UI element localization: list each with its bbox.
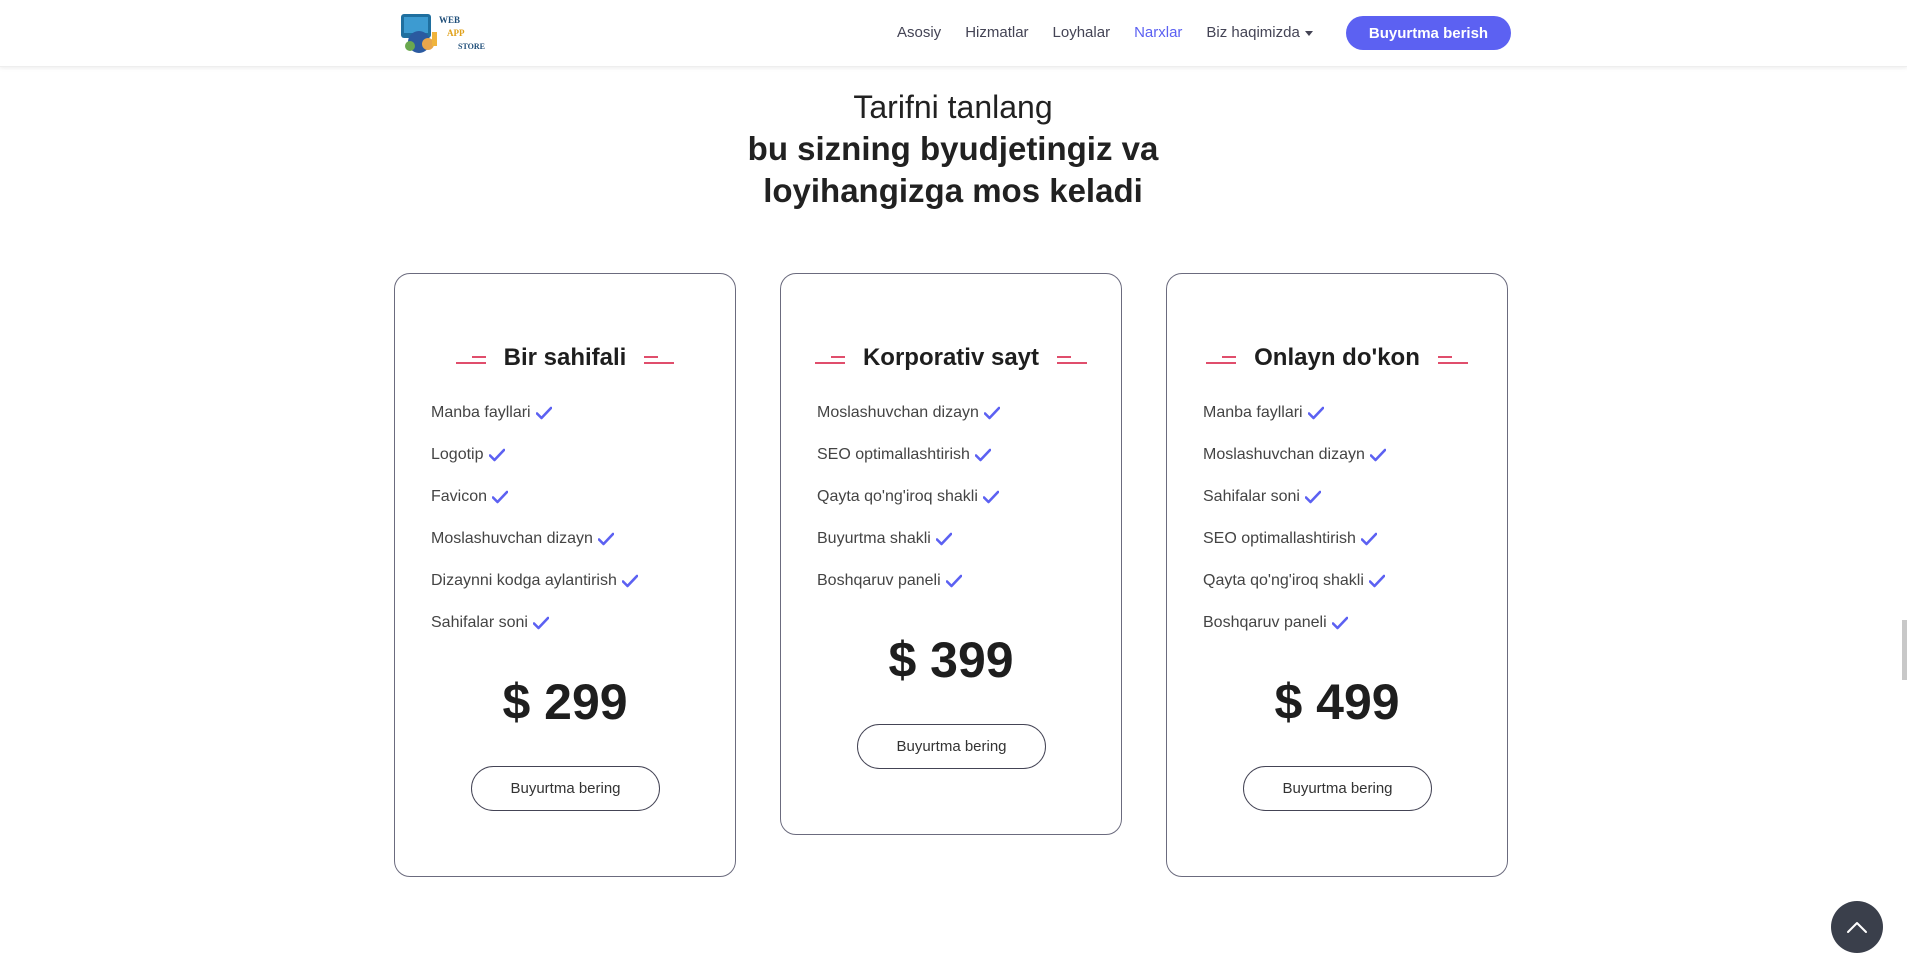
site-header: WEB APP STORE Asosiy Hizmatlar Loyhalar … xyxy=(0,0,1907,67)
feature-item: Manba fayllari xyxy=(1203,402,1386,444)
feature-item: Buyurtma shakli xyxy=(817,528,1000,570)
nav-item-loyhalar[interactable]: Loyhalar xyxy=(1053,17,1111,49)
order-button[interactable]: Buyurtma bering xyxy=(857,724,1046,769)
chevron-up-icon xyxy=(1847,922,1867,933)
pricing-card-korporativ-sayt: Korporativ sayt Moslashuvchan dizayn SEO… xyxy=(780,273,1122,835)
price: $ 499 xyxy=(1274,674,1400,730)
title-decoration-right xyxy=(644,356,675,366)
logo-text-app: APP xyxy=(447,28,465,38)
check-icon xyxy=(1369,448,1386,462)
price: $ 399 xyxy=(888,632,1014,688)
feature-label: Qayta qo'ng'iroq shakli xyxy=(817,488,978,505)
feature-list: Manba fayllari Logotip Favicon Moslashuv… xyxy=(431,402,638,654)
title-decoration-right xyxy=(1437,356,1468,366)
feature-label: Moslashuvchan dizayn xyxy=(431,530,593,547)
check-icon xyxy=(945,574,962,588)
feature-item: Sahifalar soni xyxy=(1203,486,1386,528)
feature-item: Moslashuvchan dizayn xyxy=(1203,444,1386,486)
pricing-card-bir-sahifali: Bir sahifali Manba fayllari Logotip Favi… xyxy=(394,273,736,877)
order-now-button[interactable]: Buyurtma berish xyxy=(1346,16,1511,50)
price: $ 299 xyxy=(502,674,628,730)
feature-item: Qayta qo'ng'iroq shakli xyxy=(1203,570,1386,612)
feature-label: Favicon xyxy=(431,488,488,505)
feature-label: Manba fayllari xyxy=(1203,404,1303,421)
feature-label: Sahifalar soni xyxy=(431,614,528,631)
pricing-subtitle: Tarifni tanlang xyxy=(853,89,1053,125)
title-decoration-left xyxy=(455,356,486,366)
feature-label: SEO optimallashtirish xyxy=(1203,530,1356,547)
nav-item-asosiy[interactable]: Asosiy xyxy=(897,17,941,49)
feature-label: SEO optimallashtirish xyxy=(817,446,970,463)
check-icon xyxy=(621,574,638,588)
check-icon xyxy=(535,406,552,420)
check-icon xyxy=(532,616,549,630)
title-decoration-right xyxy=(1057,356,1088,366)
card-title-row: Bir sahifali xyxy=(395,342,735,374)
feature-item: Boshqaruv paneli xyxy=(817,570,1000,612)
back-to-top-button[interactable] xyxy=(1831,901,1883,953)
feature-label: Sahifalar soni xyxy=(1203,488,1300,505)
check-icon xyxy=(983,406,1000,420)
logo-text-web: WEB xyxy=(439,15,460,25)
title-decoration-left xyxy=(1206,356,1237,366)
feature-label: Manba fayllari xyxy=(431,404,531,421)
card-title: Korporativ sayt xyxy=(862,344,1040,371)
feature-label: Buyurtma shakli xyxy=(817,530,931,547)
feature-item: Qayta qo'ng'iroq shakli xyxy=(817,486,1000,528)
feature-label: Moslashuvchan dizayn xyxy=(817,404,979,421)
title-decoration-left xyxy=(814,356,845,366)
feature-list: Manba fayllari Moslashuvchan dizayn Sahi… xyxy=(1203,402,1386,654)
check-icon xyxy=(1360,532,1377,546)
site-logo[interactable]: WEB APP STORE xyxy=(397,10,492,56)
feature-item: Boshqaruv paneli xyxy=(1203,612,1386,654)
check-icon xyxy=(1368,574,1385,588)
feature-label: Logotip xyxy=(431,446,484,463)
pricing-card-onlayn-dokon: Onlayn do'kon Manba fayllari Moslashuvch… xyxy=(1166,273,1508,877)
feature-item: Sahifalar soni xyxy=(431,612,638,654)
feature-label: Boshqaruv paneli xyxy=(1203,614,1327,631)
nav-item-biz-haqimizda[interactable]: Biz haqimizda xyxy=(1206,17,1313,49)
card-title: Onlayn do'kon xyxy=(1254,344,1420,371)
feature-item: Dizaynni kodga aylantirish xyxy=(431,570,638,612)
check-icon xyxy=(974,448,991,462)
nav-item-biz-haqimizda-label: Biz haqimizda xyxy=(1206,24,1300,41)
feature-list: Moslashuvchan dizayn SEO optimallashtiri… xyxy=(817,402,1000,612)
order-button[interactable]: Buyurtma bering xyxy=(471,766,660,811)
check-icon xyxy=(1304,490,1321,504)
main-nav: Asosiy Hizmatlar Loyhalar Narxlar Biz ha… xyxy=(897,17,1337,49)
order-button[interactable]: Buyurtma bering xyxy=(1243,766,1432,811)
check-icon xyxy=(982,490,999,504)
nav-item-narxlar[interactable]: Narxlar xyxy=(1134,17,1182,49)
feature-item: Favicon xyxy=(431,486,638,528)
card-title-row: Onlayn do'kon xyxy=(1167,342,1507,374)
check-icon xyxy=(1307,406,1324,420)
logo-text-store: STORE xyxy=(458,42,485,51)
feature-item: Manba fayllari xyxy=(431,402,638,444)
card-title-row: Korporativ sayt xyxy=(781,342,1121,374)
nav-item-hizmatlar[interactable]: Hizmatlar xyxy=(965,17,1028,49)
check-icon xyxy=(488,448,505,462)
check-icon xyxy=(1331,616,1348,630)
check-icon xyxy=(492,490,509,504)
feature-item: Moslashuvchan dizayn xyxy=(431,528,638,570)
check-icon xyxy=(935,532,952,546)
caret-down-icon xyxy=(1304,30,1313,36)
check-icon xyxy=(597,532,614,546)
feature-item: Moslashuvchan dizayn xyxy=(817,402,1000,444)
pricing-heading: Tarifni tanlang bu sizning byudjetingiz … xyxy=(553,86,1353,212)
page-scrollbar-thumb[interactable] xyxy=(1902,620,1907,680)
card-title: Bir sahifali xyxy=(503,344,627,371)
feature-label: Moslashuvchan dizayn xyxy=(1203,446,1365,463)
feature-label: Dizaynni kodga aylantirish xyxy=(431,572,617,589)
feature-item: SEO optimallashtirish xyxy=(1203,528,1386,570)
feature-item: Logotip xyxy=(431,444,638,486)
feature-label: Boshqaruv paneli xyxy=(817,572,941,589)
feature-item: SEO optimallashtirish xyxy=(817,444,1000,486)
feature-label: Qayta qo'ng'iroq shakli xyxy=(1203,572,1364,589)
pricing-title: bu sizning byudjetingiz va loyihangizga … xyxy=(747,130,1159,209)
